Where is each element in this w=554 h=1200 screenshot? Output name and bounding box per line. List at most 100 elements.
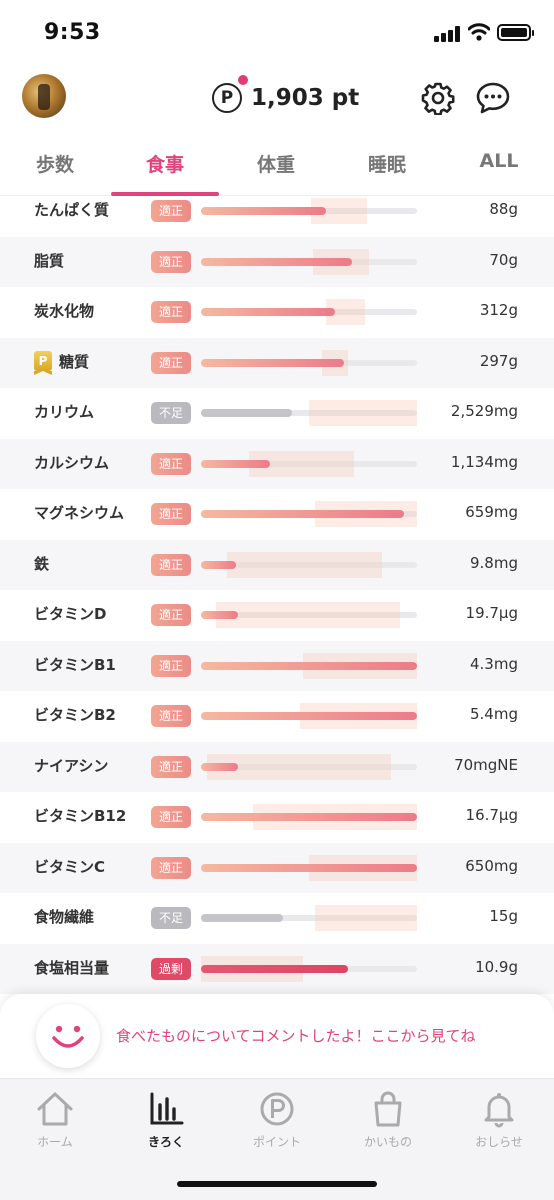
intake-progress-bar xyxy=(201,712,417,720)
point-icon: P xyxy=(212,75,248,113)
nav-home-label: ホーム xyxy=(37,1135,73,1149)
nutrient-name-text: ナイアシン xyxy=(34,756,109,775)
tab-weight[interactable]: 体重 xyxy=(221,150,331,177)
status-badge: 適正 xyxy=(151,351,191,374)
tab-meal[interactable]: 食事 xyxy=(110,150,220,177)
nutrient-amount: 650mg xyxy=(465,856,518,875)
nutrient-name-text: 炭水化物 xyxy=(34,302,95,320)
smile-face-icon xyxy=(36,1004,100,1068)
nutrient-row[interactable]: カリウム 不足 2,529mg xyxy=(0,388,554,438)
nutrient-amount: 4.3mg xyxy=(470,654,518,673)
intake-progress-track xyxy=(201,905,417,931)
nutrient-row[interactable]: ビタミンB2 適正 5.4mg xyxy=(0,691,554,741)
avatar[interactable] xyxy=(22,74,66,118)
nutrient-row[interactable]: 食物繊維 不足 15g xyxy=(0,893,554,943)
nutrient-amount: 16.7µg xyxy=(465,806,518,824)
nutrient-row[interactable]: ビタミンB1 適正 4.3mg xyxy=(0,640,554,691)
status-badge: 適正 xyxy=(151,856,191,879)
nutrient-name: カリウム xyxy=(34,401,94,422)
status-badge: 適正 xyxy=(151,301,191,323)
points-value: 1,903 pt xyxy=(251,85,360,111)
intake-progress-track xyxy=(201,703,417,729)
intake-progress-bar xyxy=(201,257,353,266)
points-display[interactable]: P 1,903 pt xyxy=(212,75,360,114)
intake-progress-bar xyxy=(201,510,405,518)
nutrient-amount: 9.8mg xyxy=(470,553,518,572)
nutrient-name-text: カルシウム xyxy=(34,453,110,472)
wifi-icon xyxy=(468,23,490,41)
nav-notifications-label: おしらせ xyxy=(475,1135,523,1149)
notification-dot xyxy=(238,75,248,85)
nav-points[interactable]: ポイント xyxy=(222,1089,332,1150)
nutrient-name: 食塩相当量 xyxy=(34,957,109,978)
nav-home[interactable]: ホーム xyxy=(0,1089,110,1150)
intake-progress-bar xyxy=(201,308,335,316)
tab-all[interactable]: ALL xyxy=(444,150,554,172)
status-time: 9:53 xyxy=(44,20,101,45)
nutrient-amount: 19.7µg xyxy=(465,604,518,622)
nav-points-label: ポイント xyxy=(252,1135,301,1149)
nutrient-amount: 1,134mg xyxy=(450,452,518,471)
intake-progress-track xyxy=(201,652,417,679)
nav-notifications[interactable]: おしらせ xyxy=(444,1089,554,1150)
intake-progress-track xyxy=(201,248,417,275)
intake-progress-bar xyxy=(201,914,284,922)
nutrient-name: カルシウム xyxy=(34,452,109,473)
nutrient-name: たんぱく質 xyxy=(34,199,109,220)
status-badge: 適正 xyxy=(151,654,191,677)
nutrient-row[interactable]: カルシウム 適正 1,134mg xyxy=(0,438,554,489)
chat-icon[interactable] xyxy=(475,81,511,115)
target-range xyxy=(226,551,383,578)
nutrient-list[interactable]: たんぱく質 適正 88g 脂質 適正 70g 炭水化物 適正 312g P 糖質 適正 297g カリウム… xyxy=(0,196,554,996)
nutrient-name-text: 食物繊維 xyxy=(34,908,95,926)
nav-records-label: きろく xyxy=(147,1135,184,1149)
gear-icon[interactable] xyxy=(421,81,455,115)
nutrient-row[interactable]: ビタミンC 適正 650mg xyxy=(0,842,554,893)
nutrient-row[interactable]: 鉄 適正 9.8mg xyxy=(0,539,554,590)
nutrient-row[interactable]: マグネシウム 適正 659mg xyxy=(0,489,554,539)
nutrient-amount: 2,529mg xyxy=(450,402,518,420)
intake-progress-track xyxy=(201,400,417,426)
nutrient-name-text: マグネシウム xyxy=(34,504,125,522)
nutrient-name: 炭水化物 xyxy=(34,300,94,321)
status-bar: 9:53 xyxy=(0,0,554,62)
intake-progress-bar xyxy=(201,611,238,619)
tab-steps[interactable]: 歩数 xyxy=(0,150,110,177)
nutrient-amount: 15g xyxy=(489,907,518,925)
chart-icon xyxy=(150,1092,184,1125)
nutrient-row[interactable]: P 糖質 適正 297g xyxy=(0,337,554,388)
banner-text: 食べたものについてコメントしたよ！ここから見てね xyxy=(116,1027,476,1045)
home-indicator xyxy=(177,1181,377,1187)
intake-progress-track xyxy=(201,854,417,881)
intake-progress-track xyxy=(201,551,417,578)
intake-progress-track xyxy=(201,955,417,982)
target-range xyxy=(309,400,417,426)
intake-progress-track xyxy=(201,198,417,224)
nav-records[interactable]: きろく xyxy=(111,1089,221,1150)
nutrient-name: マグネシウム xyxy=(34,502,124,523)
nav-shopping[interactable]: かいもの xyxy=(333,1089,443,1150)
tab-sleep[interactable]: 睡眠 xyxy=(332,150,442,177)
nutrient-row[interactable]: ビタミンD 適正 19.7µg xyxy=(0,590,554,640)
nutrient-amount: 70g xyxy=(489,250,518,269)
nutrient-name-text: 食塩相当量 xyxy=(34,958,110,977)
nutrient-row[interactable]: たんぱく質 適正 88g xyxy=(0,196,554,236)
status-badge: 適正 xyxy=(151,604,191,626)
nutrient-name-text: ビタミンC xyxy=(34,857,106,876)
nutrient-row[interactable]: 食塩相当量 過剰 10.9g xyxy=(0,943,554,994)
status-badge: 適正 xyxy=(151,806,191,828)
nutrient-row[interactable]: 脂質 適正 70g xyxy=(0,236,554,287)
intake-progress-bar xyxy=(201,863,417,872)
nutrient-row[interactable]: 炭水化物 適正 312g xyxy=(0,287,554,337)
nutrient-row[interactable]: ビタミンB12 適正 16.7µg xyxy=(0,792,554,842)
nutrient-name-text: 鉄 xyxy=(34,554,50,573)
nutrient-name: ビタミンD xyxy=(34,603,106,624)
battery-icon xyxy=(497,24,534,41)
intake-progress-bar xyxy=(201,964,348,973)
comment-banner[interactable]: 食べたものについてコメントしたよ！ここから見てね xyxy=(0,994,554,1078)
home-icon xyxy=(37,1092,73,1126)
nutrient-amount: 659mg xyxy=(465,503,518,521)
nutrient-name: ビタミンC xyxy=(34,856,105,877)
nav-shopping-label: かいもの xyxy=(363,1135,412,1149)
nutrient-row[interactable]: ナイアシン 適正 70mgNE xyxy=(0,741,554,792)
